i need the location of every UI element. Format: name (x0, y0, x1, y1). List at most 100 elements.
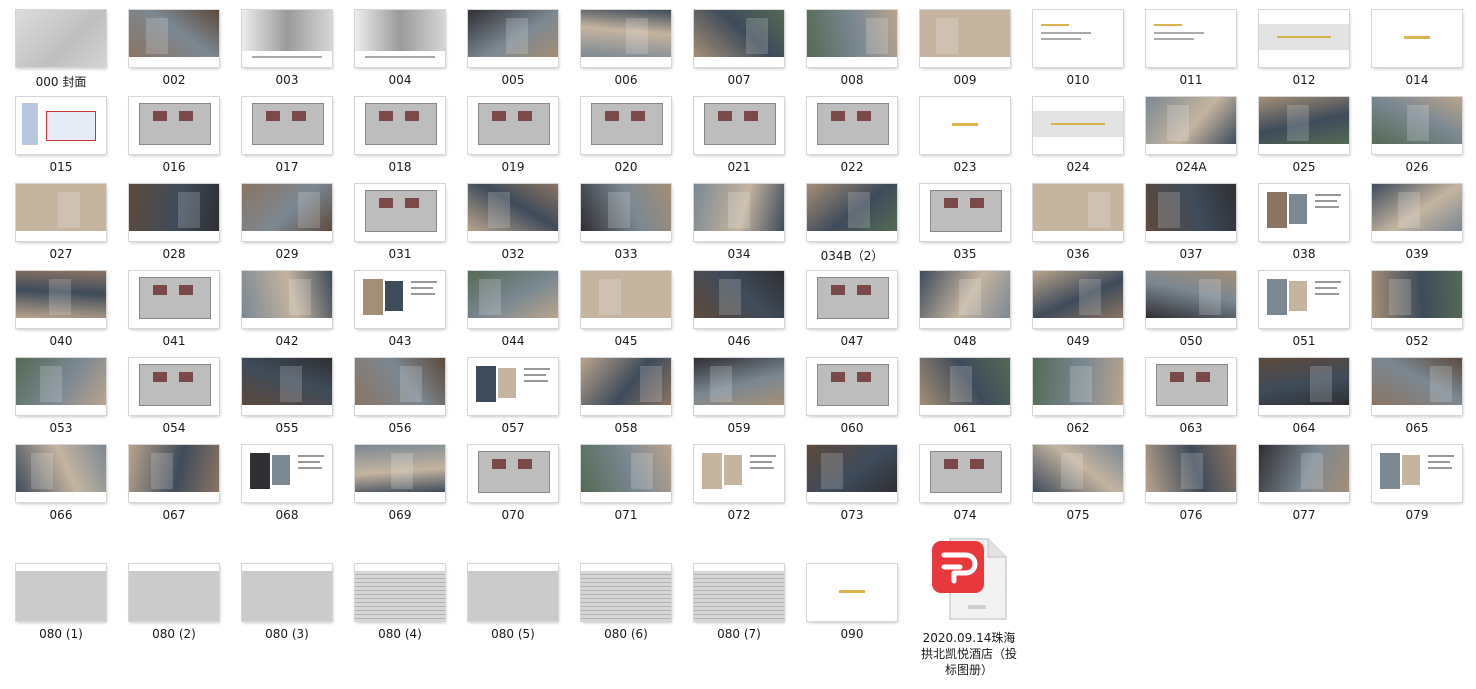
file-item[interactable]: 028 (129, 184, 219, 261)
file-item[interactable]: 080 (7) (694, 564, 784, 641)
file-item[interactable]: 006 (581, 10, 671, 87)
file-label: 044 (501, 334, 525, 348)
file-item[interactable]: 080 (5) (468, 564, 558, 641)
file-item[interactable]: 034 (694, 184, 784, 261)
file-item[interactable]: 043 (355, 271, 445, 348)
file-item[interactable]: 034B（2） (807, 184, 897, 264)
file-item[interactable]: 066 (16, 445, 106, 522)
file-item[interactable]: 011 (1146, 10, 1236, 87)
file-item[interactable]: 031 (355, 184, 445, 261)
file-item[interactable]: 023 (920, 97, 1010, 174)
file-item[interactable]: 029 (242, 184, 332, 261)
file-thumbnail (16, 271, 106, 328)
file-item[interactable]: 064 (1259, 358, 1349, 435)
file-item[interactable]: 049 (1033, 271, 1123, 348)
file-item[interactable]: 044 (468, 271, 558, 348)
file-label: 049 (1066, 334, 1090, 348)
file-item[interactable]: 072 (694, 445, 784, 522)
file-item[interactable]: 058 (581, 358, 671, 435)
file-item[interactable]: 068 (242, 445, 332, 522)
file-item[interactable]: 042 (242, 271, 332, 348)
file-item[interactable]: 080 (3) (242, 564, 332, 641)
file-item[interactable]: 037 (1146, 184, 1236, 261)
file-item[interactable]: 046 (694, 271, 784, 348)
file-item[interactable]: 055 (242, 358, 332, 435)
file-item[interactable]: 069 (355, 445, 445, 522)
file-item[interactable]: 003 (242, 10, 332, 87)
file-item[interactable]: 045 (581, 271, 671, 348)
file-item[interactable]: 009 (920, 10, 1010, 87)
file-item[interactable]: 080 (6) (581, 564, 671, 641)
pdf-file[interactable]: 2020.09.14珠海拱北凯悦酒店（投标图册） (919, 533, 1019, 678)
file-item[interactable]: 059 (694, 358, 784, 435)
file-item[interactable]: 065 (1372, 358, 1462, 435)
file-item[interactable]: 080 (2) (129, 564, 219, 641)
file-item[interactable]: 018 (355, 97, 445, 174)
file-item[interactable]: 024A (1146, 97, 1236, 174)
file-item[interactable]: 020 (581, 97, 671, 174)
file-item[interactable]: 080 (4) (355, 564, 445, 641)
file-label: 009 (953, 73, 977, 87)
file-item[interactable]: 005 (468, 10, 558, 87)
file-item[interactable]: 071 (581, 445, 671, 522)
file-item[interactable]: 002 (129, 10, 219, 87)
file-item[interactable]: 027 (16, 184, 106, 261)
file-item[interactable]: 062 (1033, 358, 1123, 435)
file-item[interactable]: 061 (920, 358, 1010, 435)
file-item[interactable]: 008 (807, 10, 897, 87)
file-item[interactable]: 040 (16, 271, 106, 348)
file-label: 018 (388, 160, 412, 174)
file-label: 047 (840, 334, 864, 348)
file-item[interactable]: 079 (1372, 445, 1462, 522)
file-item[interactable]: 057 (468, 358, 558, 435)
file-item[interactable]: 056 (355, 358, 445, 435)
file-item[interactable]: 016 (129, 97, 219, 174)
file-label: 062 (1066, 421, 1090, 435)
file-item[interactable]: 004 (355, 10, 445, 87)
file-item[interactable]: 076 (1146, 445, 1236, 522)
file-item[interactable]: 039 (1372, 184, 1462, 261)
file-item[interactable]: 032 (468, 184, 558, 261)
file-item[interactable]: 050 (1146, 271, 1236, 348)
file-item[interactable]: 000 封面 (16, 10, 106, 90)
file-item[interactable]: 047 (807, 271, 897, 348)
file-item[interactable]: 019 (468, 97, 558, 174)
file-thumbnail (581, 10, 671, 67)
file-item[interactable]: 063 (1146, 358, 1236, 435)
file-thumbnail (355, 10, 445, 67)
file-item[interactable]: 060 (807, 358, 897, 435)
file-label: 074 (953, 508, 977, 522)
file-label: 077 (1292, 508, 1316, 522)
file-item[interactable]: 026 (1372, 97, 1462, 174)
file-item[interactable]: 022 (807, 97, 897, 174)
file-item[interactable]: 067 (129, 445, 219, 522)
file-item[interactable]: 024 (1033, 97, 1123, 174)
file-item[interactable]: 017 (242, 97, 332, 174)
file-item[interactable]: 041 (129, 271, 219, 348)
file-item[interactable]: 033 (581, 184, 671, 261)
file-item[interactable]: 054 (129, 358, 219, 435)
file-item[interactable]: 053 (16, 358, 106, 435)
file-label: 012 (1292, 73, 1316, 87)
file-item[interactable]: 014 (1372, 10, 1462, 87)
file-item[interactable]: 073 (807, 445, 897, 522)
file-item[interactable]: 021 (694, 97, 784, 174)
file-item[interactable]: 077 (1259, 445, 1349, 522)
file-item[interactable]: 090 (807, 564, 897, 641)
file-item[interactable]: 080 (1) (16, 564, 106, 641)
file-item[interactable]: 035 (920, 184, 1010, 261)
file-item[interactable]: 038 (1259, 184, 1349, 261)
file-item[interactable]: 025 (1259, 97, 1349, 174)
file-item[interactable]: 075 (1033, 445, 1123, 522)
file-item[interactable]: 015 (16, 97, 106, 174)
file-item[interactable]: 052 (1372, 271, 1462, 348)
file-label: 037 (1179, 247, 1203, 261)
file-item[interactable]: 007 (694, 10, 784, 87)
file-item[interactable]: 036 (1033, 184, 1123, 261)
file-item[interactable]: 074 (920, 445, 1010, 522)
file-item[interactable]: 012 (1259, 10, 1349, 87)
file-item[interactable]: 070 (468, 445, 558, 522)
file-item[interactable]: 051 (1259, 271, 1349, 348)
file-item[interactable]: 048 (920, 271, 1010, 348)
file-item[interactable]: 010 (1033, 10, 1123, 87)
